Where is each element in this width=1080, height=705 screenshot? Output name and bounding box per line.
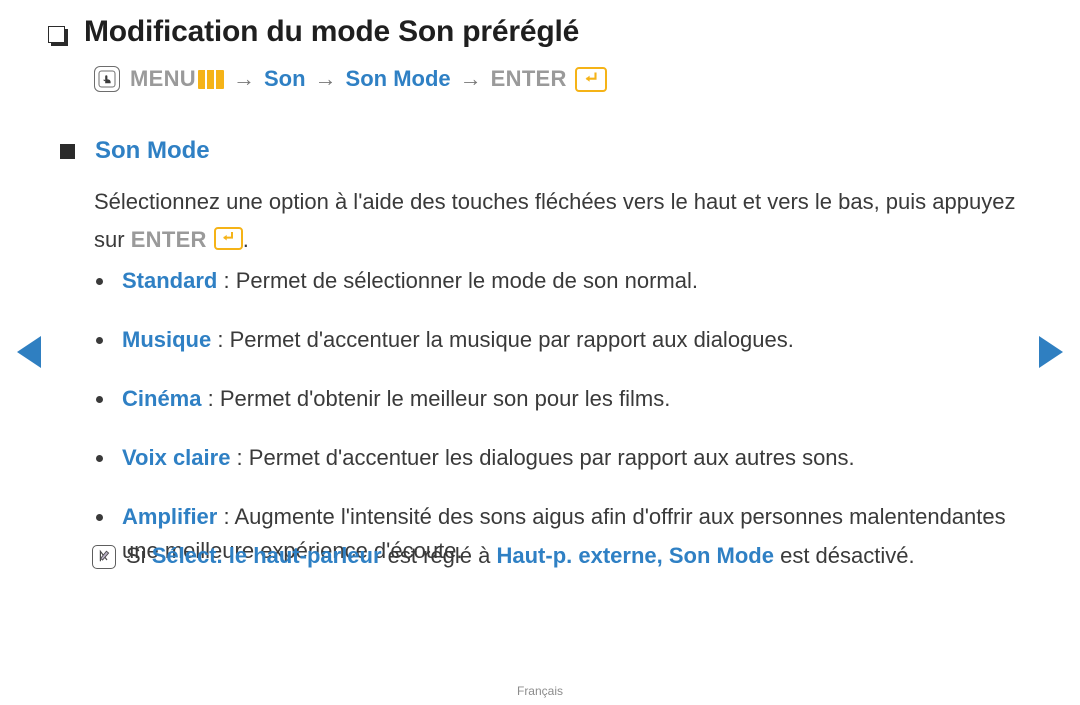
option-separator: : xyxy=(217,268,236,293)
footer-language-label: Français xyxy=(516,684,563,698)
option-description: Permet d'accentuer la musique par rappor… xyxy=(229,327,794,352)
bullet-dot-icon xyxy=(96,337,103,344)
hand-press-icon xyxy=(94,66,120,92)
section-square-bullet-icon xyxy=(60,143,75,159)
list-item[interactable]: Musique : Permet d'accentuer la musique … xyxy=(96,323,1031,357)
option-separator: : xyxy=(201,386,220,411)
previous-page-arrow[interactable] xyxy=(17,336,41,368)
manual-page: Modification du mode Son préréglé MENU →… xyxy=(0,0,1080,705)
note-highlight-1: Sélect. le haut-parleur xyxy=(151,543,382,568)
path-arrow-2: → xyxy=(314,66,337,91)
option-description: Permet d'accentuer les dialogues par rap… xyxy=(248,445,855,470)
menu-bars-icon xyxy=(197,69,224,89)
note-text: Si Sélect. le haut-parleur est réglé à H… xyxy=(126,541,915,571)
note-part-2: est réglé à xyxy=(381,543,497,568)
section-heading-row: Son Mode xyxy=(60,137,210,165)
enter-key-icon-inline xyxy=(213,227,243,250)
note-part-1: Si xyxy=(126,543,152,568)
list-item[interactable]: Standard : Permet de sélectionner le mod… xyxy=(96,264,1031,298)
option-separator: : xyxy=(230,445,249,470)
path-arrow-1: → xyxy=(232,66,255,91)
option-description: Permet de sélectionner le mode de son no… xyxy=(235,268,698,293)
next-page-arrow[interactable] xyxy=(1039,336,1063,368)
page-title-row: Modification du mode Son préréglé xyxy=(48,14,579,50)
note-row: Si Sélect. le haut-parleur est réglé à H… xyxy=(92,541,1052,571)
menu-path-breadcrumb: MENU → Son → Son Mode → ENTER xyxy=(94,66,607,92)
option-term: Cinéma xyxy=(122,386,202,411)
option-term: Musique xyxy=(122,327,212,352)
page-title: Modification du mode Son préréglé xyxy=(84,15,580,48)
path-arrow-3: → xyxy=(459,66,482,91)
option-term: Amplifier xyxy=(122,504,218,529)
intro-enter-label: ENTER xyxy=(130,227,207,252)
intro-text-after-enter: . xyxy=(242,227,249,252)
section-title: Son Mode xyxy=(95,137,210,164)
bullet-dot-icon xyxy=(96,455,103,462)
option-term: Standard xyxy=(122,268,218,293)
bullet-dot-icon xyxy=(96,396,103,403)
menu-label: MENU xyxy=(130,66,196,91)
enter-label: ENTER xyxy=(490,66,567,91)
option-separator: : xyxy=(211,327,230,352)
note-part-3: est désactivé. xyxy=(773,543,915,568)
option-separator: : xyxy=(217,504,235,529)
list-item[interactable]: Voix claire : Permet d'accentuer les dia… xyxy=(96,441,1031,475)
enter-key-icon xyxy=(574,66,607,92)
bullet-dot-icon xyxy=(96,514,103,521)
menu-path-step-son[interactable]: Son xyxy=(264,66,306,92)
list-item[interactable]: Cinéma : Permet d'obtenir le meilleur so… xyxy=(96,382,1031,416)
option-description: Permet d'obtenir le meilleur son pour le… xyxy=(219,386,671,411)
intro-paragraph: Sélectionnez une option à l'aide des tou… xyxy=(94,183,1024,259)
bullet-dot-icon xyxy=(96,278,103,285)
title-square-bullet-icon xyxy=(48,26,70,48)
menu-path-step-son-mode[interactable]: Son Mode xyxy=(346,66,451,92)
option-term: Voix claire xyxy=(122,445,231,470)
note-highlight-2: Haut-p. externe, Son Mode xyxy=(496,543,774,568)
note-pen-icon xyxy=(92,545,116,569)
